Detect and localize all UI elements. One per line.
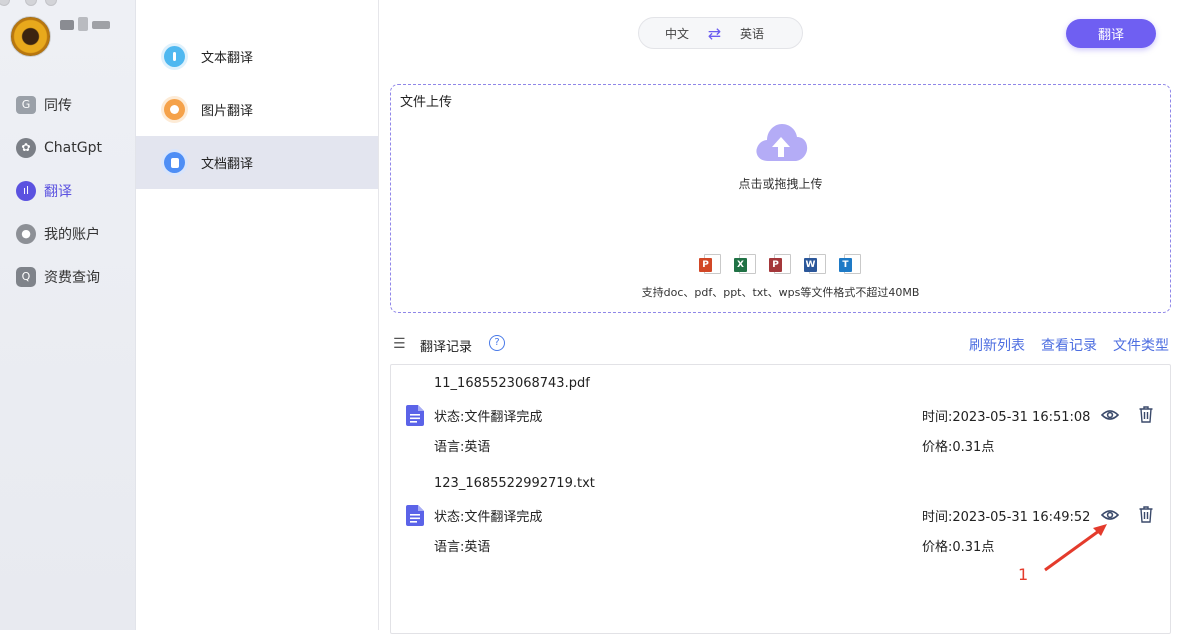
nav-item-chatgpt[interactable]: ✿ ChatGpt [0, 126, 136, 169]
submenu-item-text[interactable]: 文本翻译 [136, 30, 378, 83]
records-actions: 刷新列表 查看记录 文件类型 [969, 335, 1169, 355]
list-icon: ☰ [393, 336, 406, 352]
translate-card-icon: G [16, 95, 36, 114]
record-price: 价格:0.31点 [922, 540, 995, 555]
supported-file-types: P X P W T [699, 254, 861, 276]
submenu-item-label: 图片翻译 [201, 104, 254, 119]
submenu-item-label: 文档翻译 [201, 157, 254, 172]
nav-item-translate[interactable]: ıl 翻译 [0, 169, 136, 212]
user-icon: ● [16, 223, 36, 244]
annotation-label: 1 [1018, 565, 1029, 584]
file-types-link[interactable]: 文件类型 [1113, 335, 1169, 355]
avatar[interactable] [10, 16, 51, 57]
window-minimize-button[interactable] [25, 0, 37, 6]
txt-icon: T [839, 254, 861, 276]
supported-formats-text: 支持doc、pdf、ppt、txt、wps等文件格式不超过40MB [641, 286, 920, 299]
text-translate-icon [164, 46, 185, 67]
record-price: 价格:0.31点 [922, 440, 995, 455]
records-toolbar: ☰ 翻译记录 ? 刷新列表 查看记录 文件类型 [390, 332, 1171, 356]
nav-item-label: 同传 [44, 97, 72, 114]
app-sidebar: G 同传 ✿ ChatGpt ıl 翻译 ● 我的账户 Q 资费查询 [0, 0, 136, 630]
nav-item-label: 资费查询 [44, 269, 100, 286]
query-icon: Q [16, 266, 36, 287]
submenu-item-document[interactable]: 文档翻译 [136, 136, 378, 189]
view-records-link[interactable]: 查看记录 [1041, 335, 1097, 355]
swap-languages-icon[interactable]: ⇄ [708, 24, 721, 43]
nav-item-label: 翻译 [44, 183, 72, 200]
refresh-list-link[interactable]: 刷新列表 [969, 335, 1025, 355]
record-status: 状态:文件翻译完成 [434, 410, 543, 425]
chatgpt-icon: ✿ [16, 137, 36, 158]
username-redacted [58, 17, 114, 31]
source-language[interactable]: 中文 [665, 25, 689, 42]
powerpoint-icon: P [699, 254, 721, 276]
record-language: 语言:英语 [434, 540, 491, 555]
document-icon [406, 505, 424, 526]
nav-item-simultaneous[interactable]: G 同传 [0, 83, 136, 126]
image-translate-icon [164, 99, 185, 120]
help-icon[interactable]: ? [489, 335, 505, 351]
records-title: 翻译记录 [420, 340, 473, 355]
delete-icon[interactable] [1139, 406, 1153, 423]
nav-item-pricing[interactable]: Q 资费查询 [0, 255, 136, 298]
cloud-upload-icon[interactable] [754, 123, 808, 163]
submenu-item-image[interactable]: 图片翻译 [136, 83, 378, 136]
document-translate-icon [164, 152, 185, 173]
main-nav: G 同传 ✿ ChatGpt ıl 翻译 ● 我的账户 Q 资费查询 [0, 83, 136, 298]
pdf-icon: P [769, 254, 791, 276]
upload-hint: 点击或拖拽上传 [738, 177, 823, 191]
voice-wave-icon: ıl [16, 180, 36, 201]
submenu-item-label: 文本翻译 [201, 51, 254, 66]
nav-item-label: 我的账户 [44, 226, 100, 243]
word-icon: W [804, 254, 826, 276]
nav-item-label: ChatGpt [44, 139, 102, 156]
list-item: 11_1685523068743.pdf 状态:文件翻译完成 语言:英语 时间:… [391, 365, 1170, 465]
translate-button[interactable]: 翻译 [1066, 19, 1156, 48]
window-close-button[interactable] [0, 0, 10, 6]
nav-item-account[interactable]: ● 我的账户 [0, 212, 136, 255]
file-upload-dropzone[interactable]: 文件上传 点击或拖拽上传 P X P W T 支持doc、pdf、ppt、txt… [390, 84, 1171, 313]
record-status: 状态:文件翻译完成 [434, 510, 543, 525]
records-list: 11_1685523068743.pdf 状态:文件翻译完成 语言:英语 时间:… [390, 364, 1171, 634]
window-zoom-button[interactable] [45, 0, 57, 6]
record-time: 时间:2023-05-31 16:51:08 [922, 410, 1091, 425]
record-language: 语言:英语 [434, 440, 491, 455]
translate-submenu: 文本翻译 图片翻译 文档翻译 [136, 0, 379, 630]
record-filename: 11_1685523068743.pdf [434, 376, 590, 391]
delete-icon[interactable] [1139, 506, 1153, 523]
record-filename: 123_1685522992719.txt [434, 476, 595, 491]
excel-icon: X [734, 254, 756, 276]
annotation-arrow [1044, 524, 1107, 572]
language-switcher: 中文 ⇄ 英语 [638, 17, 803, 49]
upload-title: 文件上传 [400, 95, 453, 110]
target-language[interactable]: 英语 [740, 25, 764, 42]
view-icon[interactable] [1101, 407, 1119, 423]
document-icon [406, 405, 424, 426]
